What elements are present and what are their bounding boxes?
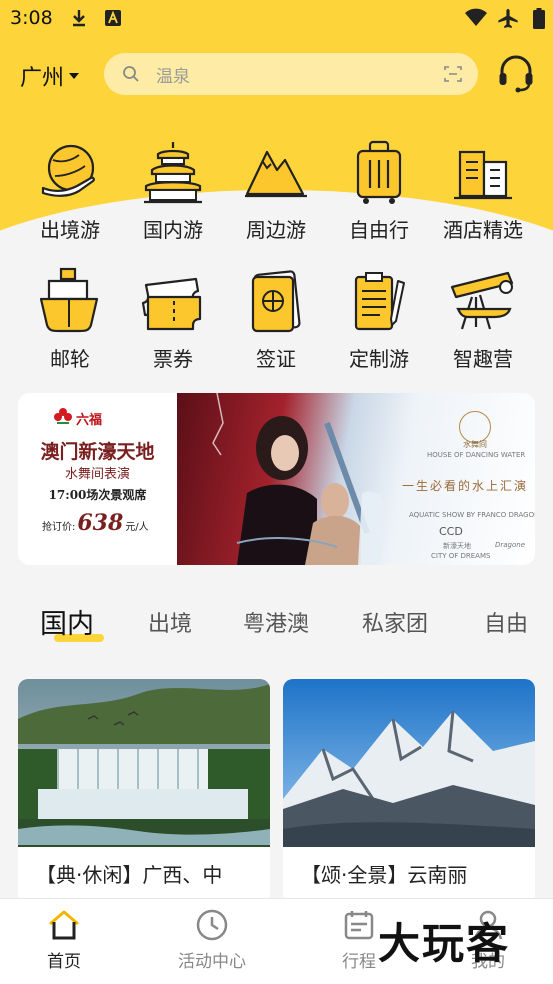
ticket-icon — [141, 277, 202, 331]
menu-item-camp[interactable]: 智趣营 — [431, 267, 535, 372]
product-card[interactable]: 【典·休闲】广西、中 — [18, 679, 270, 904]
airplane-icon — [498, 9, 518, 28]
tab-free-travel[interactable]: 自由 — [484, 606, 528, 638]
status-bar: 3:08 — [0, 0, 553, 38]
nav-home[interactable]: 首页 — [9, 909, 119, 972]
banner-price-row: 抢订价: 638 元/人 — [42, 510, 149, 536]
passport-icon — [251, 270, 301, 333]
product-card[interactable]: 【颂·全景】云南丽 — [283, 679, 535, 904]
menu-item-nearby[interactable]: 周边游 — [224, 138, 328, 243]
font-a-icon — [105, 10, 121, 26]
menu-item-tickets[interactable]: 票券 — [121, 267, 225, 372]
mountain-icon — [245, 150, 307, 198]
tab-private-group[interactable]: 私家团 — [362, 606, 428, 638]
menu-label-outbound: 出境游 — [40, 218, 100, 242]
banner-show-time: 17:00场次景观席 — [48, 488, 147, 502]
menu-label-hotel: 酒店精选 — [443, 218, 523, 242]
menu-item-visa[interactable]: 签证 — [224, 267, 328, 372]
search-icon — [123, 66, 139, 82]
banner-emblem-sub: HOUSE OF DANCING WATER — [427, 451, 526, 459]
category-tabs: 国内 出境 粤港澳 私家团 自由 — [0, 600, 553, 650]
watermark-text: 大玩客 — [378, 919, 511, 968]
nav-label-activity-center: 活动中心 — [178, 952, 246, 972]
menu-label-custom-tour: 定制游 — [349, 347, 409, 371]
city-selector[interactable]: 广州 — [20, 60, 80, 92]
telescope-icon — [450, 271, 514, 330]
banner-title: 澳门新濠天地 — [40, 441, 155, 463]
banner-dragone: Dragone — [495, 541, 526, 549]
search-bar[interactable]: 温泉 — [104, 53, 478, 95]
menu-label-tickets: 票券 — [153, 347, 193, 371]
city-label: 广州 — [20, 66, 65, 91]
menu-item-cruise[interactable]: 邮轮 — [18, 267, 122, 372]
clock-icon — [196, 909, 228, 941]
scan-icon[interactable] — [444, 65, 462, 83]
banner-brand: 六福 — [76, 413, 103, 428]
hotel-icon — [454, 150, 512, 200]
brand-logo-icon — [54, 408, 72, 424]
menu-item-custom-tour[interactable]: 定制游 — [327, 267, 431, 372]
banner-aquatic-credit: AQUATIC SHOW BY FRANCO DRAGONE — [409, 511, 535, 519]
menu-label-nearby: 周边游 — [246, 218, 306, 242]
menu-item-domestic[interactable]: 国内游 — [121, 138, 225, 243]
status-time: 3:08 — [10, 7, 53, 29]
caret-down-icon — [69, 73, 80, 79]
banner-city-of-dreams: 新濠天地 — [443, 542, 471, 550]
banner-price-label: 抢订价: — [42, 522, 76, 533]
wifi-icon — [465, 8, 487, 26]
menu-label-free-travel: 自由行 — [349, 218, 409, 242]
tab-outbound[interactable]: 出境 — [148, 606, 192, 638]
promo-banner[interactable]: 六福 澳门新濠天地 水舞间表演 17:00场次景观席 抢订价: 638 元/人 … — [18, 393, 535, 565]
tab-greater-bay[interactable]: 粤港澳 — [243, 606, 309, 638]
battery-icon — [533, 8, 545, 29]
menu-label-domestic: 国内游 — [143, 218, 203, 242]
menu-item-outbound[interactable]: 出境游 — [18, 138, 122, 243]
banner-subtitle: 水舞间表演 — [64, 467, 130, 482]
download-icon — [73, 10, 85, 27]
banner-left-panel: 六福 澳门新濠天地 水舞间表演 17:00场次景观席 抢订价: 638 元/人 — [18, 393, 177, 565]
card-title: 【颂·全景】云南丽 — [301, 863, 468, 887]
menu-label-cruise: 邮轮 — [50, 347, 90, 371]
temple-icon — [144, 142, 202, 204]
calendar-icon — [344, 911, 374, 940]
banner-show-image: 水舞间 HOUSE OF DANCING WATER 一生必看的水上汇演 AQU… — [177, 393, 535, 565]
banner-city-of-dreams-en: CITY OF DREAMS — [431, 552, 491, 560]
menu-label-camp: 智趣营 — [453, 347, 513, 371]
search-placeholder: 温泉 — [156, 67, 190, 87]
home-icon — [49, 910, 79, 940]
nav-activity-center[interactable]: 活动中心 — [157, 909, 267, 972]
clipboard-pen-icon — [354, 272, 405, 331]
cruise-ship-icon — [39, 267, 99, 333]
card-title: 【典·休闲】广西、中 — [36, 863, 223, 887]
nav-label-home: 首页 — [47, 952, 81, 972]
banner-price: 638 — [77, 510, 124, 536]
banner-emblem: 水舞间 — [463, 440, 487, 449]
luggage-icon — [356, 140, 402, 204]
banner-slogan: 一生必看的水上汇演 — [402, 479, 529, 493]
banner-price-unit: 元/人 — [125, 522, 149, 533]
menu-label-visa: 签证 — [256, 347, 296, 371]
globe-hand-icon — [41, 144, 95, 197]
tab-domestic[interactable]: 国内 — [40, 602, 94, 641]
card-image-waterfall — [18, 679, 270, 847]
menu-item-hotel[interactable]: 酒店精选 — [431, 138, 535, 243]
customer-service-headset-icon[interactable] — [498, 54, 534, 94]
menu-item-free-travel[interactable]: 自由行 — [327, 138, 431, 243]
card-image-snow-mountain — [283, 679, 535, 847]
banner-ccd-logo: CCD — [439, 525, 463, 538]
